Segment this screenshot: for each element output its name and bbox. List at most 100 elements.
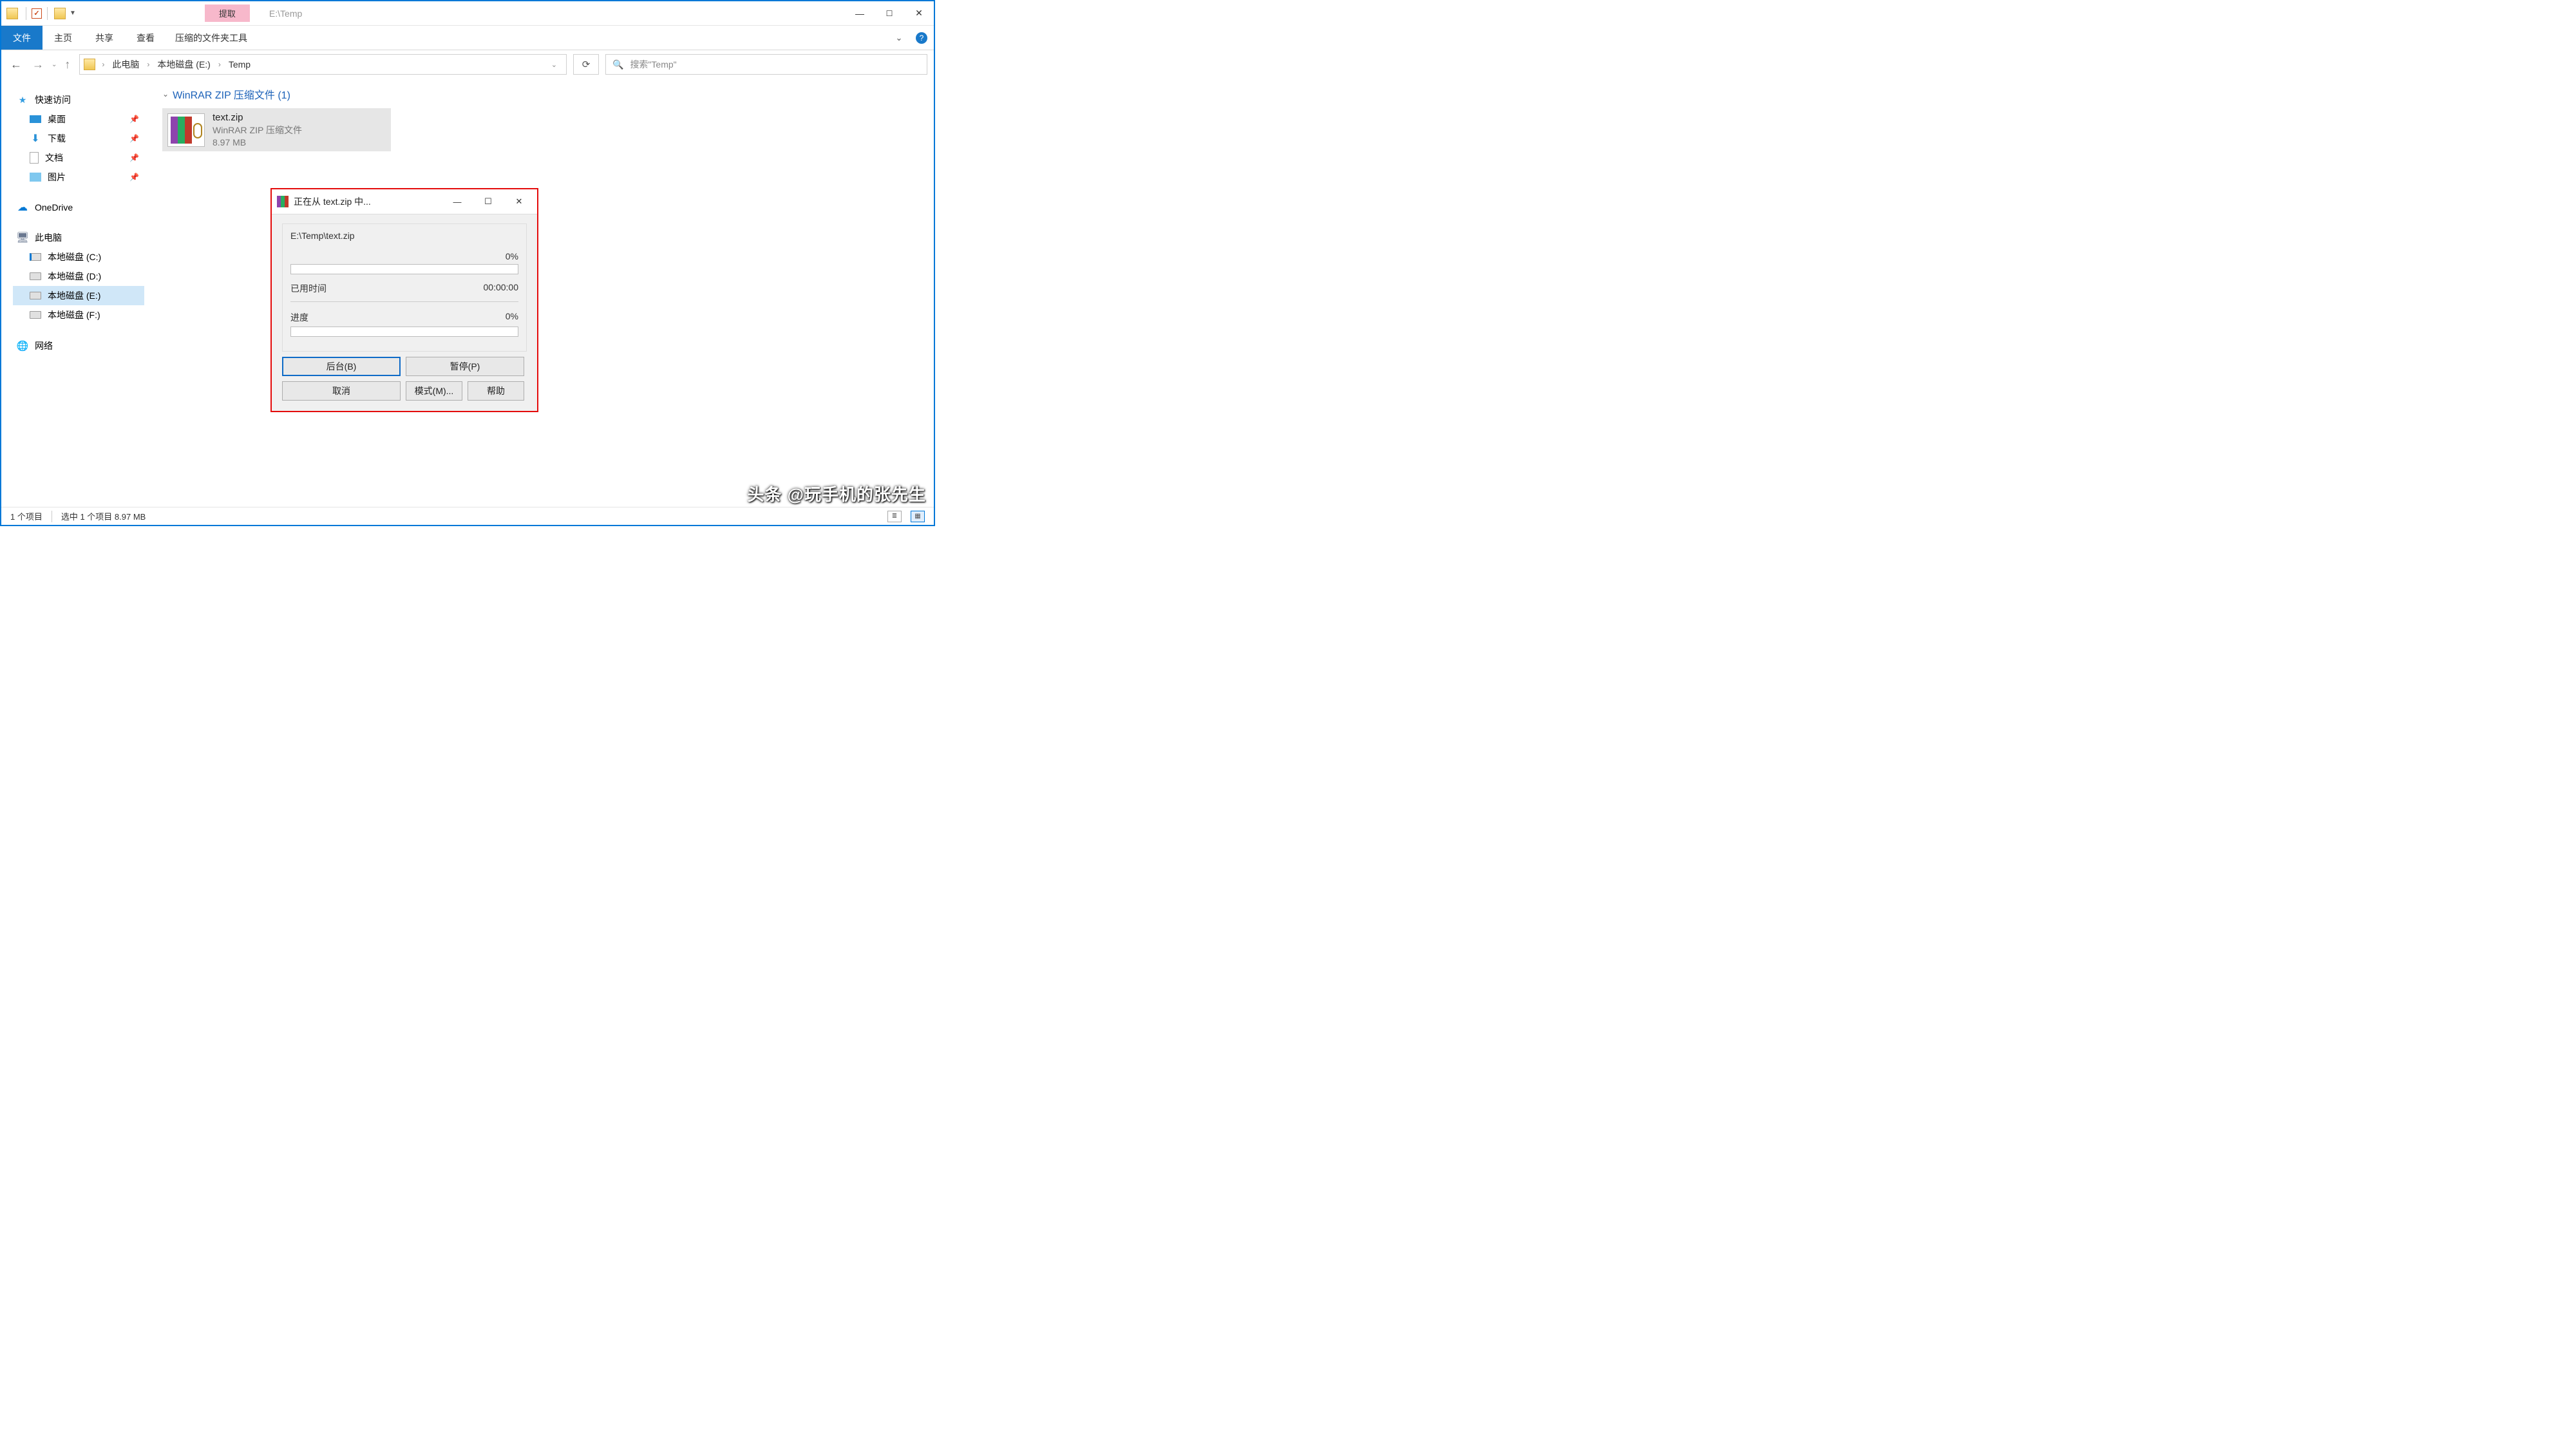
sidebar-quick-access[interactable]: ★ 快速访问 bbox=[13, 90, 144, 109]
breadcrumb[interactable]: Temp bbox=[227, 59, 252, 70]
sidebar-item-drive-c[interactable]: 本地磁盘 (C:) bbox=[13, 247, 144, 267]
total-progress-percent: 0% bbox=[506, 311, 518, 324]
pin-icon: 📌 bbox=[129, 173, 139, 182]
close-button[interactable] bbox=[904, 3, 934, 24]
desktop-icon bbox=[30, 115, 41, 123]
chevron-right-icon[interactable]: › bbox=[99, 60, 107, 69]
sidebar-item-drive-d[interactable]: 本地磁盘 (D:) bbox=[13, 267, 144, 286]
nav-forward-button[interactable]: → bbox=[30, 55, 46, 74]
pause-button[interactable]: 暂停(P) bbox=[406, 357, 524, 376]
mode-button[interactable]: 模式(M)... bbox=[406, 381, 462, 401]
pin-icon: 📌 bbox=[129, 153, 139, 162]
drive-icon bbox=[30, 292, 41, 299]
minimize-button[interactable] bbox=[845, 3, 875, 24]
winrar-extract-dialog: 正在从 text.zip 中... — ☐ ✕ E:\Temp\text.zip… bbox=[270, 188, 538, 412]
total-progress-bar bbox=[290, 327, 518, 337]
dialog-minimize-button[interactable]: — bbox=[444, 197, 470, 207]
file-size: 8.97 MB bbox=[213, 137, 302, 147]
nav-back-button[interactable]: ← bbox=[8, 55, 24, 74]
sidebar-item-drive-f[interactable]: 本地磁盘 (F:) bbox=[13, 305, 144, 325]
download-icon: ⬇ bbox=[30, 133, 41, 144]
network-icon: 🌐 bbox=[17, 340, 28, 352]
nav-history-dropdown[interactable]: ⌄ bbox=[52, 61, 57, 68]
star-icon: ★ bbox=[17, 94, 28, 106]
view-details-button[interactable]: ≣ bbox=[887, 511, 902, 522]
breadcrumb[interactable]: 此电脑 bbox=[111, 58, 140, 71]
pin-icon: 📌 bbox=[129, 115, 139, 124]
sidebar-item-label: 文档 bbox=[45, 151, 63, 164]
status-selection: 选中 1 个项目 8.97 MB bbox=[61, 510, 146, 522]
qat-folder-icon[interactable] bbox=[54, 8, 66, 19]
dialog-close-button[interactable]: ✕ bbox=[506, 196, 532, 207]
sidebar-item-onedrive[interactable]: ☁ OneDrive bbox=[13, 198, 144, 216]
search-placeholder: 搜索"Temp" bbox=[630, 58, 676, 71]
refresh-button[interactable]: ⟳ bbox=[573, 54, 599, 75]
group-header-label: WinRAR ZIP 压缩文件 (1) bbox=[173, 86, 290, 102]
status-item-count: 1 个项目 bbox=[10, 510, 43, 522]
sidebar-item-network[interactable]: 🌐 网络 bbox=[13, 336, 144, 355]
help-button[interactable]: 帮助 bbox=[468, 381, 524, 401]
breadcrumb[interactable]: 本地磁盘 (E:) bbox=[156, 58, 211, 71]
sidebar-item-label: 桌面 bbox=[48, 113, 66, 126]
tab-view[interactable]: 查看 bbox=[125, 26, 166, 50]
elapsed-label: 已用时间 bbox=[290, 282, 327, 295]
dialog-titlebar[interactable]: 正在从 text.zip 中... — ☐ ✕ bbox=[272, 189, 537, 214]
sidebar-item-thispc[interactable]: 🖥 此电脑 bbox=[13, 228, 144, 247]
explorer-icon bbox=[6, 8, 18, 19]
help-icon[interactable]: ? bbox=[916, 32, 927, 44]
sidebar-item-desktop[interactable]: 桌面 📌 bbox=[13, 109, 144, 129]
sidebar-item-label: 网络 bbox=[35, 339, 53, 352]
qat-checkbox-icon[interactable] bbox=[32, 8, 42, 19]
chevron-right-icon[interactable]: › bbox=[216, 60, 223, 69]
sidebar-item-label: OneDrive bbox=[35, 202, 73, 213]
file-group-header[interactable]: ⌄ WinRAR ZIP 压缩文件 (1) bbox=[162, 86, 921, 102]
chevron-right-icon[interactable]: › bbox=[144, 60, 152, 69]
dialog-progress-panel: E:\Temp\text.zip 0% 已用时间 00:00:00 进度 0% bbox=[282, 223, 527, 352]
title-bar: ▼ 提取 E:\Temp bbox=[1, 1, 934, 26]
nav-up-button[interactable]: ↑ bbox=[62, 55, 73, 74]
winrar-icon bbox=[277, 196, 289, 207]
dialog-maximize-button[interactable]: ☐ bbox=[475, 196, 501, 207]
sidebar-item-documents[interactable]: 文档 📌 bbox=[13, 148, 144, 167]
drive-icon bbox=[30, 311, 41, 319]
sidebar-item-downloads[interactable]: ⬇ 下载 📌 bbox=[13, 129, 144, 148]
pin-icon: 📌 bbox=[129, 134, 139, 143]
tab-home[interactable]: 主页 bbox=[43, 26, 84, 50]
pictures-icon bbox=[30, 173, 41, 182]
content-pane: ⌄ WinRAR ZIP 压缩文件 (1) text.zip WinRAR ZI… bbox=[149, 79, 934, 507]
search-input[interactable]: 🔍 搜索"Temp" bbox=[605, 54, 927, 75]
document-icon bbox=[30, 152, 39, 164]
address-dropdown-icon[interactable]: ⌄ bbox=[546, 61, 562, 69]
navigation-bar: ← → ⌄ ↑ › 此电脑 › 本地磁盘 (E:) › Temp ⌄ ⟳ 🔍 搜… bbox=[1, 50, 934, 79]
sidebar-item-label: 本地磁盘 (C:) bbox=[48, 251, 101, 263]
drive-icon bbox=[30, 253, 41, 261]
sidebar-item-pictures[interactable]: 图片 📌 bbox=[13, 167, 144, 187]
progress-bar bbox=[290, 264, 518, 274]
maximize-button[interactable] bbox=[875, 3, 904, 24]
dialog-file-path: E:\Temp\text.zip bbox=[290, 231, 518, 241]
elapsed-value: 00:00:00 bbox=[484, 282, 519, 295]
file-item[interactable]: text.zip WinRAR ZIP 压缩文件 8.97 MB bbox=[162, 108, 391, 151]
tab-file[interactable]: 文件 bbox=[1, 26, 43, 50]
tab-share[interactable]: 共享 bbox=[84, 26, 125, 50]
sidebar-item-drive-e[interactable]: 本地磁盘 (E:) bbox=[13, 286, 144, 305]
watermark: 头条 @玩手机的张先生 bbox=[747, 482, 926, 506]
sidebar-item-label: 本地磁盘 (F:) bbox=[48, 308, 100, 321]
chevron-down-icon: ⌄ bbox=[162, 90, 169, 99]
drive-icon bbox=[30, 272, 41, 280]
sidebar-item-label: 下载 bbox=[48, 132, 66, 145]
view-tiles-button[interactable]: ▦ bbox=[911, 511, 925, 522]
contextual-tab-header: 提取 bbox=[205, 5, 250, 22]
background-button[interactable]: 后台(B) bbox=[282, 357, 401, 376]
tab-compressed-tools[interactable]: 压缩的文件夹工具 bbox=[166, 26, 256, 50]
cancel-button[interactable]: 取消 bbox=[282, 381, 401, 401]
total-progress-label: 进度 bbox=[290, 311, 308, 324]
window-title: E:\Temp bbox=[269, 8, 302, 19]
qat-dropdown-icon[interactable]: ▼ bbox=[70, 10, 76, 17]
address-bar[interactable]: › 此电脑 › 本地磁盘 (E:) › Temp ⌄ bbox=[79, 54, 567, 75]
status-bar: 1 个项目 选中 1 个项目 8.97 MB ≣ ▦ bbox=[1, 507, 934, 525]
navigation-pane: ★ 快速访问 桌面 📌 ⬇ 下载 📌 文档 📌 图片 📌 bbox=[1, 79, 149, 507]
ribbon-expand-icon[interactable]: ⌄ bbox=[889, 26, 909, 50]
ribbon: 文件 主页 共享 查看 压缩的文件夹工具 ⌄ ? bbox=[1, 26, 934, 50]
sidebar-item-label: 本地磁盘 (D:) bbox=[48, 270, 101, 283]
